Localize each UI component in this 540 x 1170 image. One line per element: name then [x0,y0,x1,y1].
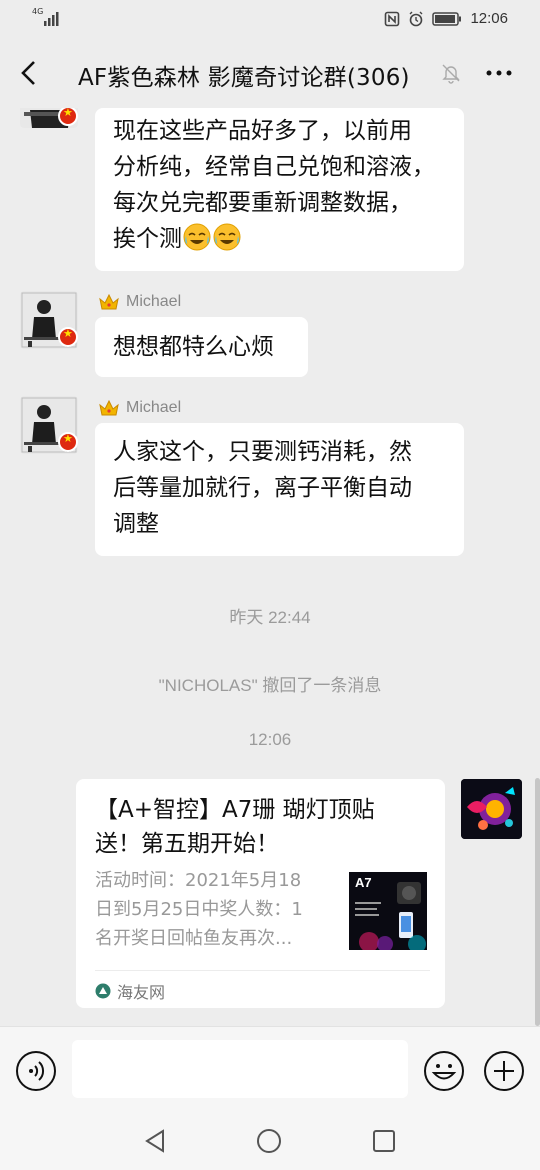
timestamp: 12:06 [248,730,292,749]
message-line: 挨个测 [113,226,182,252]
avatar[interactable] [20,108,78,128]
card-source: 海友网 [95,979,165,1003]
input-bar [0,1026,540,1112]
message-line: 现在这些产品好多了，以前用 [113,118,412,144]
sender-label: Michael [126,399,182,416]
sender-name: Michael [98,293,181,311]
scrollbar[interactable] [535,778,540,1026]
nav-home-icon[interactable] [255,1127,283,1155]
message-line: 调整 [113,511,159,537]
message-line: 想想都特么心烦 [113,334,274,360]
voice-icon[interactable] [15,1050,57,1092]
china-flag-icon [58,327,78,347]
china-flag-icon [58,432,78,452]
link-card[interactable]: 【A+智控】A7珊 瑚灯顶贴 送！第五期开始！ 活动时间：2021年5月18 日… [76,779,445,1008]
card-divider [95,970,430,971]
crown-icon [99,399,119,416]
recall-notice: "NICHOLAS" 撤回了一条消息 [158,676,382,695]
bell-off-icon [442,64,460,84]
nav-recent-icon[interactable] [370,1127,398,1155]
card-desc-line: 日到5月25日中奖人数：1 [95,899,303,920]
card-desc-line: 活动时间：2021年5月18 [95,870,302,891]
avatar-photo [461,779,522,839]
emoji-icon[interactable] [423,1050,465,1092]
card-thumbnail: A7 [349,872,427,950]
source-logo-icon [95,983,111,999]
chat-area[interactable]: 现在这些产品好多了，以前用 分析纯，经常自己兑饱和溶液， 每次兑完都要重新调整数… [0,108,540,1026]
card-title: 【A+智控】A7珊 瑚灯顶贴 送！第五期开始！ [95,793,435,861]
status-time: 12:06 [470,10,508,27]
message-line: 分析纯，经常自己兑饱和溶液， [113,154,435,180]
message-bubble[interactable]: 想想都特么心烦 [95,317,308,377]
more-icon[interactable] [484,62,514,84]
timestamp: 昨天 22:44 [229,608,311,627]
avatar[interactable] [20,396,78,454]
laugh-cry-emoji-icon [183,223,211,251]
my-avatar[interactable] [461,779,522,839]
card-desc-line: 名开奖日回帖鱼友再次... [95,928,293,949]
message-input[interactable] [72,1040,408,1098]
message-bubble[interactable]: 现在这些产品好多了，以前用 分析纯，经常自己兑饱和溶液， 每次兑完都要重新调整数… [95,108,464,271]
alarm-icon [409,11,423,26]
nfc-icon [385,11,400,26]
status-bar: 4G 12:06 [0,0,540,38]
chevron-left-icon[interactable] [14,56,44,90]
plus-icon[interactable] [483,1050,525,1092]
laugh-cry-emoji-icon [213,223,241,251]
thumbnail-label: A7 [355,875,372,890]
crown-icon [99,293,119,310]
nav-back-icon[interactable] [141,1127,169,1155]
chat-title: AF紫色森林 影魔奇讨论群(306) [78,65,410,91]
network-type: 4G [32,7,44,16]
sender-name: Michael [98,399,181,417]
source-name: 海友网 [117,983,166,1002]
sender-label: Michael [126,293,182,310]
system-nav-bar [0,1112,540,1170]
message-line: 后等量加就行，离子平衡自动 [113,475,412,501]
battery-icon [432,11,462,26]
message-line: 每次兑完都要重新调整数据， [113,190,412,216]
avatar[interactable] [20,291,78,349]
card-title-line: 送！第五期开始！ [95,831,279,857]
chat-header: AF紫色森林 影魔奇讨论群(306) [0,38,540,108]
card-description: 活动时间：2021年5月18 日到5月25日中奖人数：1 名开奖日回帖鱼友再次.… [95,866,335,953]
card-title-line: 【A+智控】A7珊 瑚灯顶贴 [95,797,375,823]
message-line: 人家这个，只要测钙消耗，然 [113,439,412,465]
message-bubble[interactable]: 人家这个，只要测钙消耗，然 后等量加就行，离子平衡自动 调整 [95,423,464,556]
